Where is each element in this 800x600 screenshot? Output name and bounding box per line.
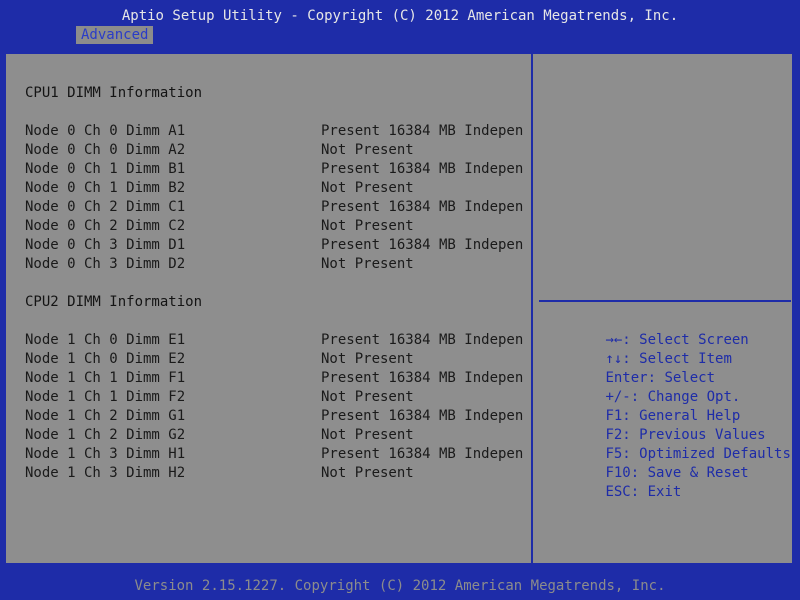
- dimm-row[interactable]: Node 0 Ch 2 Dimm C1 Present 16384 MB Ind…: [25, 198, 525, 217]
- dimm-status-value: Not Present: [321, 465, 414, 481]
- dimm-slot-label: Node 0 Ch 2 Dimm C1: [25, 199, 186, 215]
- dimm-status-value: Not Present: [321, 256, 414, 272]
- dimm-slot-label: Node 1 Ch 3 Dimm H2: [25, 465, 186, 481]
- dimm-row[interactable]: Node 0 Ch 3 Dimm D2 Not Present: [25, 255, 525, 274]
- dimm-row[interactable]: Node 1 Ch 3 Dimm H1 Present 16384 MB Ind…: [25, 445, 525, 464]
- app-title: Aptio Setup Utility - Copyright (C) 2012…: [121, 8, 679, 24]
- dimm-row[interactable]: Node 1 Ch 2 Dimm G1 Present 16384 MB Ind…: [25, 407, 525, 426]
- dimm-slot-label: Node 0 Ch 1 Dimm B2: [25, 180, 186, 196]
- dimm-info-panel: CPU1 DIMM Information Node 0 Ch 0 Dimm A…: [6, 54, 533, 563]
- dimm-slot-label: Node 1 Ch 1 Dimm F1: [25, 370, 186, 386]
- dimm-slot-label: Node 1 Ch 1 Dimm F2: [25, 389, 186, 405]
- dimm-status-value: Present 16384 MB Indepen: [321, 446, 524, 462]
- dimm-row[interactable]: Node 0 Ch 3 Dimm D1 Present 16384 MB Ind…: [25, 236, 525, 255]
- help-desc: Exit: [639, 484, 682, 500]
- dimm-slot-label: Node 0 Ch 0 Dimm A1: [25, 123, 186, 139]
- dimm-status-value: Not Present: [321, 427, 414, 443]
- dimm-row[interactable]: Node 1 Ch 0 Dimm E1 Present 16384 MB Ind…: [25, 331, 525, 350]
- help-panel: →←: Select Screen ↑↓: Select Item Enter:…: [533, 54, 792, 563]
- dimm-row[interactable]: Node 1 Ch 0 Dimm E2 Not Present: [25, 350, 525, 369]
- dimm-row[interactable]: Node 0 Ch 1 Dimm B2 Not Present: [25, 179, 525, 198]
- dimm-status-value: Present 16384 MB Indepen: [321, 237, 524, 253]
- dimm-slot-label: Node 0 Ch 1 Dimm B1: [25, 161, 186, 177]
- dimm-status-value: Present 16384 MB Indepen: [321, 199, 524, 215]
- title-bar: Aptio Setup Utility - Copyright (C) 2012…: [0, 0, 800, 44]
- dimm-row[interactable]: Node 1 Ch 3 Dimm H2 Not Present: [25, 464, 525, 483]
- dimm-status-value: Not Present: [321, 142, 414, 158]
- dimm-status-value: Not Present: [321, 180, 414, 196]
- dimm-slot-label: Node 0 Ch 3 Dimm D2: [25, 256, 186, 272]
- dimm-slot-label: Node 0 Ch 2 Dimm C2: [25, 218, 186, 234]
- dimm-status-value: Not Present: [321, 218, 414, 234]
- dimm-row[interactable]: Node 0 Ch 1 Dimm B1 Present 16384 MB Ind…: [25, 160, 525, 179]
- dimm-slot-label: Node 0 Ch 3 Dimm D1: [25, 237, 186, 253]
- dimm-row[interactable]: Node 1 Ch 2 Dimm G2 Not Present: [25, 426, 525, 445]
- dimm-status-value: Present 16384 MB Indepen: [321, 161, 524, 177]
- dimm-status-value: Present 16384 MB Indepen: [321, 332, 524, 348]
- help-key: ESC:: [605, 484, 640, 500]
- dimm-slot-label: Node 1 Ch 3 Dimm H1: [25, 446, 186, 462]
- dimm-row[interactable]: Node 0 Ch 2 Dimm C2 Not Present: [25, 217, 525, 236]
- dimm-slot-label: Node 1 Ch 0 Dimm E2: [25, 351, 186, 367]
- dimm-status-value: Not Present: [321, 389, 414, 405]
- dimm-slot-label: Node 0 Ch 0 Dimm A2: [25, 142, 186, 158]
- dimm-status-value: Present 16384 MB Indepen: [321, 370, 524, 386]
- cpu1-dimm-section-title: CPU1 DIMM Information: [25, 85, 203, 101]
- dimm-row[interactable]: Node 1 Ch 1 Dimm F1 Present 16384 MB Ind…: [25, 369, 525, 388]
- dimm-slot-label: Node 1 Ch 0 Dimm E1: [25, 332, 186, 348]
- bios-screen: Aptio Setup Utility - Copyright (C) 2012…: [0, 0, 800, 600]
- dimm-row[interactable]: Node 1 Ch 1 Dimm F2 Not Present: [25, 388, 525, 407]
- help-item-exit: ESC: Exit: [538, 464, 681, 521]
- footer-bar: Version 2.15.1227. Copyright (C) 2012 Am…: [0, 573, 800, 600]
- dimm-row[interactable]: Node 0 Ch 0 Dimm A1 Present 16384 MB Ind…: [25, 122, 525, 141]
- dimm-slot-label: Node 1 Ch 2 Dimm G2: [25, 427, 186, 443]
- cpu2-dimm-section-title: CPU2 DIMM Information: [25, 294, 203, 310]
- main-frame: CPU1 DIMM Information Node 0 Ch 0 Dimm A…: [4, 52, 794, 565]
- dimm-status-value: Present 16384 MB Indepen: [321, 408, 524, 424]
- dimm-status-value: Present 16384 MB Indepen: [321, 123, 524, 139]
- help-divider: [539, 300, 791, 302]
- dimm-status-value: Not Present: [321, 351, 414, 367]
- dimm-row[interactable]: Node 0 Ch 0 Dimm A2 Not Present: [25, 141, 525, 160]
- tab-advanced[interactable]: Advanced: [76, 26, 154, 44]
- dimm-slot-label: Node 1 Ch 2 Dimm G1: [25, 408, 186, 424]
- version-footer: Version 2.15.1227. Copyright (C) 2012 Am…: [134, 578, 666, 594]
